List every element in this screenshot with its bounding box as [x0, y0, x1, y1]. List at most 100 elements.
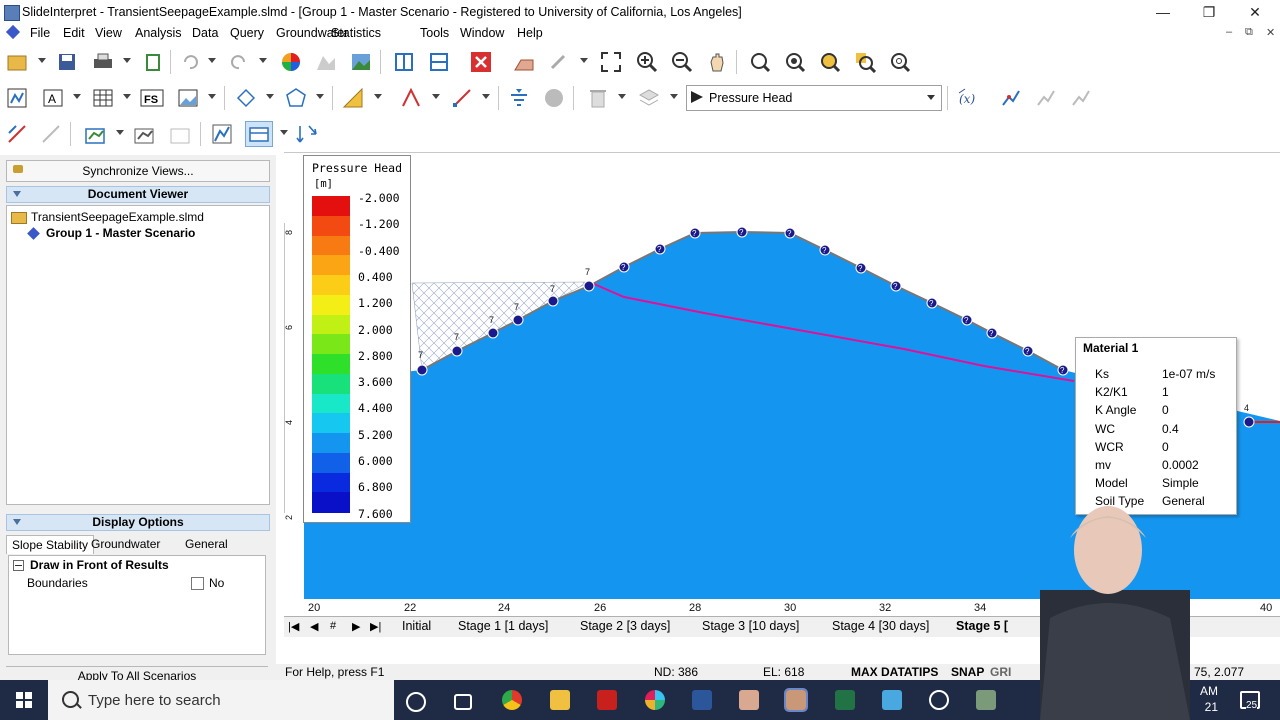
stage-tab[interactable]: Initial	[402, 619, 431, 633]
polygon-icon[interactable]	[283, 85, 309, 111]
pan-hand-icon[interactable]	[704, 49, 730, 75]
apply-all-scenarios-button[interactable]: Apply To All Scenarios	[6, 666, 268, 683]
mdi-close-button[interactable]: ✕	[1266, 26, 1275, 39]
table-dropdown-icon[interactable]	[123, 94, 131, 99]
document-diamond-icon[interactable]	[5, 24, 21, 40]
factor-of-safety-icon[interactable]: FS	[139, 85, 165, 111]
minimize-button[interactable]: —	[1140, 2, 1186, 22]
undo-dropdown-icon[interactable]	[208, 58, 216, 63]
polyline-dropdown-icon[interactable]	[266, 94, 274, 99]
table-icon[interactable]	[90, 85, 116, 111]
document-viewer-header[interactable]: Document Viewer	[6, 186, 270, 203]
boundary-node[interactable]	[487, 327, 499, 339]
layers-dropdown-icon[interactable]	[670, 94, 678, 99]
stage-tab-active[interactable]: Stage 5 [	[956, 619, 1008, 633]
note-app-icon[interactable]	[882, 690, 902, 710]
zoom-scale-icon[interactable]	[887, 49, 913, 75]
chevron-down-icon[interactable]	[927, 95, 935, 100]
angle-icon[interactable]	[398, 85, 424, 111]
delete-query-icon[interactable]	[1033, 85, 1059, 111]
stage-tab[interactable]: Stage 3 [10 days]	[702, 619, 799, 633]
boundaries-checkbox[interactable]	[191, 577, 204, 590]
zoom-extents-icon[interactable]	[598, 49, 624, 75]
zoom-all-icon[interactable]	[782, 49, 808, 75]
status-max-datatips[interactable]: MAX DATATIPS	[851, 665, 938, 679]
delete-icon[interactable]	[585, 85, 611, 111]
zoom-in-icon[interactable]	[634, 49, 660, 75]
slack-icon[interactable]	[645, 690, 665, 710]
add-query-icon[interactable]	[4, 121, 30, 147]
obs-icon[interactable]	[929, 690, 949, 710]
stage-tab[interactable]: Stage 2 [3 days]	[580, 619, 670, 633]
boundary-node[interactable]	[512, 314, 524, 326]
save-icon[interactable]	[54, 49, 80, 75]
pencil-dropdown-icon[interactable]	[580, 58, 588, 63]
query-line-icon[interactable]	[998, 85, 1024, 111]
status-snap[interactable]: SNAP	[951, 665, 984, 679]
color-palette-icon[interactable]	[278, 49, 304, 75]
polygon-dropdown-icon[interactable]	[316, 94, 324, 99]
collapse-box-icon[interactable]	[13, 560, 24, 572]
material-query-dropdown-icon[interactable]	[116, 130, 124, 135]
open-dropdown-icon[interactable]	[38, 58, 46, 63]
excel-icon[interactable]	[835, 690, 855, 710]
tab-slope-stability[interactable]: Slope Stability	[6, 535, 95, 554]
delete-dropdown-icon[interactable]	[618, 94, 626, 99]
zoom-window-icon[interactable]	[747, 49, 773, 75]
sphere-icon[interactable]	[541, 85, 567, 111]
file-explorer-icon[interactable]	[550, 690, 570, 710]
menu-data[interactable]: Data	[190, 26, 220, 40]
measure-dropdown-icon[interactable]	[482, 94, 490, 99]
boundary-node[interactable]	[547, 295, 559, 307]
tile-vertical-icon[interactable]	[391, 49, 417, 75]
menu-file[interactable]: File	[28, 26, 52, 40]
zoom-out-icon[interactable]	[669, 49, 695, 75]
image-icon[interactable]	[348, 49, 374, 75]
edit-query-icon[interactable]	[131, 121, 157, 147]
material-info-box[interactable]: Material 1 Ks 1e-07 m/s K2/K1 1 K Angle 0 WC 0.…	[1075, 337, 1237, 515]
zoom-slope-icon[interactable]	[817, 49, 843, 75]
add-material-query-icon[interactable]	[82, 121, 108, 147]
collapse-chevron-icon[interactable]	[13, 519, 21, 525]
synchronize-views-button[interactable]: Synchronize Views...	[6, 160, 270, 182]
close-window-button[interactable]: ✕	[1232, 2, 1278, 22]
menu-tools[interactable]: Tools	[418, 26, 451, 40]
mdi-minimize-button[interactable]: –	[1226, 26, 1232, 38]
copy-icon[interactable]	[140, 49, 166, 75]
image-dropdown-icon[interactable]	[208, 94, 216, 99]
print-dropdown-icon[interactable]	[123, 58, 131, 63]
menu-analysis[interactable]: Analysis	[133, 26, 184, 40]
tree-item-file[interactable]: TransientSeepageExample.slmd	[11, 210, 204, 224]
numbering-icon[interactable]	[4, 85, 30, 111]
prev-stage-button[interactable]: ◀	[310, 620, 318, 633]
insert-image-icon[interactable]	[175, 85, 201, 111]
zoom-material-icon[interactable]	[852, 49, 878, 75]
menu-edit[interactable]: Edit	[61, 26, 87, 40]
close-view-icon[interactable]	[468, 49, 494, 75]
stage-number-button[interactable]: #	[330, 620, 336, 632]
slope-icon[interactable]	[511, 49, 537, 75]
slope-dropdown-icon[interactable]	[374, 94, 382, 99]
angle-dropdown-icon[interactable]	[432, 94, 440, 99]
boundary-node[interactable]	[416, 364, 428, 376]
contour-legend[interactable]: Pressure Head [m] -2.000 -1.200 -0.400 0.40…	[303, 155, 411, 523]
teams-icon[interactable]	[976, 690, 996, 710]
pencil-icon[interactable]	[546, 49, 572, 75]
text-dropdown-icon[interactable]	[73, 94, 81, 99]
function-icon[interactable]: (x)	[956, 85, 982, 111]
flow-vectors-icon[interactable]	[294, 121, 320, 147]
display-options-header[interactable]: Display Options	[6, 514, 270, 531]
word-icon[interactable]	[692, 690, 712, 710]
tile-horizontal-icon[interactable]	[426, 49, 452, 75]
data-type-select[interactable]: Pressure Head	[686, 85, 942, 111]
tab-general[interactable]: General	[180, 535, 233, 553]
contour-icon[interactable]	[313, 49, 339, 75]
measure-icon[interactable]	[449, 85, 475, 111]
water-table-icon[interactable]	[506, 85, 532, 111]
open-folder-icon[interactable]	[4, 49, 30, 75]
options-group-header[interactable]: Draw in Front of Results	[11, 558, 261, 574]
boundary-node[interactable]	[583, 280, 595, 292]
slideinterpret-app-icon[interactable]	[784, 688, 808, 712]
chrome-icon[interactable]	[502, 690, 522, 710]
text-annotation-icon[interactable]: A	[40, 85, 66, 111]
